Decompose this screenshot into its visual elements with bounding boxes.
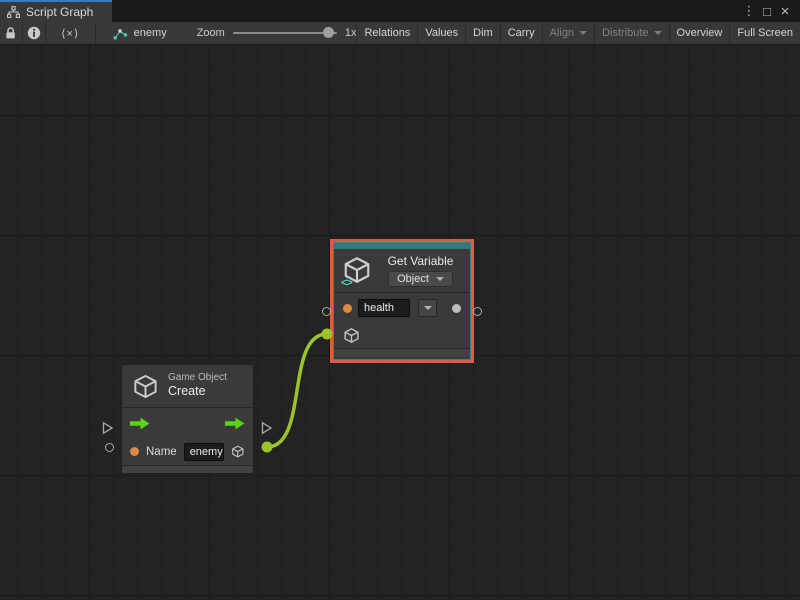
variable-name-dropdown-button[interactable] bbox=[418, 299, 437, 317]
wire-source-dot bbox=[262, 442, 273, 453]
node-title: Get Variable bbox=[388, 254, 454, 268]
graph-breadcrumb-label: enemy bbox=[134, 27, 167, 39]
relations-label: Relations bbox=[364, 27, 410, 39]
zoom-label: Zoom bbox=[197, 27, 225, 39]
flow-input-arrow-icon[interactable] bbox=[130, 417, 150, 430]
full-screen-label: Full Screen bbox=[737, 27, 793, 39]
graph-icon bbox=[113, 27, 128, 40]
align-button: Align bbox=[542, 22, 594, 44]
info-button[interactable] bbox=[23, 22, 46, 44]
info-icon bbox=[27, 26, 41, 40]
code-preview-label: ⟨×⟩ bbox=[61, 27, 79, 40]
dim-label: Dim bbox=[473, 27, 493, 39]
variable-name-connector[interactable] bbox=[322, 307, 331, 316]
chevron-down-icon bbox=[436, 277, 444, 281]
name-input-connector[interactable] bbox=[105, 443, 114, 452]
node-game-object-create[interactable]: Game Object Create Name enemy bbox=[121, 364, 254, 474]
distribute-label: Distribute bbox=[602, 27, 648, 39]
chevron-down-icon bbox=[424, 306, 432, 310]
tab-script-graph[interactable]: Script Graph bbox=[0, 0, 112, 22]
full-screen-button[interactable]: Full Screen bbox=[729, 22, 800, 44]
flow-output-arrow-icon[interactable] bbox=[225, 417, 245, 430]
lock-button[interactable] bbox=[0, 22, 23, 44]
variable-kind-value: Object bbox=[397, 273, 429, 285]
variable-kind-dropdown[interactable]: Object bbox=[388, 271, 453, 287]
chevron-down-icon bbox=[579, 31, 587, 35]
variable-name-field[interactable]: health bbox=[358, 299, 410, 317]
values-label: Values bbox=[425, 27, 458, 39]
graph-breadcrumb[interactable]: enemy bbox=[113, 22, 167, 44]
maximize-icon[interactable]: □ bbox=[758, 1, 776, 21]
object-input-row bbox=[334, 323, 470, 348]
overview-label: Overview bbox=[677, 27, 723, 39]
object-input-cube-icon[interactable] bbox=[343, 327, 360, 344]
node-footer bbox=[122, 465, 253, 473]
zoom-slider-handle[interactable] bbox=[323, 27, 334, 38]
toolbar-buttons: Relations Values Dim Carry Align Distrib… bbox=[356, 22, 800, 44]
carry-label: Carry bbox=[508, 27, 535, 39]
zoom-value: 1x bbox=[345, 27, 357, 39]
variable-cube-icon: <> bbox=[342, 255, 372, 287]
node-get-variable[interactable]: <> Get Variable Object health bbox=[330, 239, 474, 363]
values-button[interactable]: Values bbox=[417, 22, 465, 44]
name-field[interactable]: enemy bbox=[184, 443, 225, 461]
variable-name-port-dot[interactable] bbox=[343, 304, 352, 313]
game-object-output-cube-icon[interactable] bbox=[231, 443, 245, 460]
relations-button[interactable]: Relations bbox=[356, 22, 417, 44]
zoom-control: Zoom 1x bbox=[197, 22, 357, 44]
node-title: Create bbox=[168, 384, 227, 400]
node-footer bbox=[334, 348, 470, 357]
node-header: Game Object Create bbox=[122, 365, 253, 407]
game-object-cube-icon bbox=[132, 373, 159, 400]
zoom-slider[interactable] bbox=[233, 32, 337, 34]
code-preview-button[interactable]: ⟨×⟩ bbox=[46, 22, 96, 44]
flow-output-connector-icon[interactable] bbox=[261, 421, 273, 435]
value-output-port-dot[interactable] bbox=[452, 304, 461, 313]
overview-button[interactable]: Overview bbox=[669, 22, 730, 44]
carry-button[interactable]: Carry bbox=[500, 22, 542, 44]
flow-input-connector-icon[interactable] bbox=[102, 421, 114, 435]
titlebar: Script Graph ⋮ □ × bbox=[0, 0, 800, 22]
code-brackets-icon: <> bbox=[341, 277, 352, 289]
name-label: Name bbox=[146, 446, 177, 458]
toolbar: ⟨×⟩ enemy Zoom 1x Relations Values bbox=[0, 22, 800, 45]
align-label: Align bbox=[550, 27, 574, 39]
variable-name-row: health bbox=[334, 293, 470, 323]
name-port-dot[interactable] bbox=[130, 447, 139, 456]
titlebar-controls: ⋮ □ × bbox=[740, 0, 800, 22]
script-graph-window: Script Graph ⋮ □ × ⟨×⟩ bbox=[0, 0, 800, 600]
graph-canvas[interactable]: Game Object Create Name enemy bbox=[0, 45, 800, 600]
chevron-down-icon bbox=[654, 31, 662, 35]
control-flow-row bbox=[122, 408, 253, 438]
value-output-connector[interactable] bbox=[473, 307, 482, 316]
distribute-button: Distribute bbox=[594, 22, 668, 44]
window-menu-icon[interactable]: ⋮ bbox=[740, 1, 758, 21]
script-graph-icon bbox=[7, 6, 20, 18]
node-header: <> Get Variable Object bbox=[334, 249, 470, 292]
dim-button[interactable]: Dim bbox=[465, 22, 500, 44]
close-icon[interactable]: × bbox=[776, 1, 794, 21]
tab-label: Script Graph bbox=[26, 5, 93, 19]
name-input-row: Name enemy bbox=[122, 438, 253, 465]
lock-icon bbox=[4, 26, 17, 40]
node-category: Game Object bbox=[168, 372, 227, 385]
